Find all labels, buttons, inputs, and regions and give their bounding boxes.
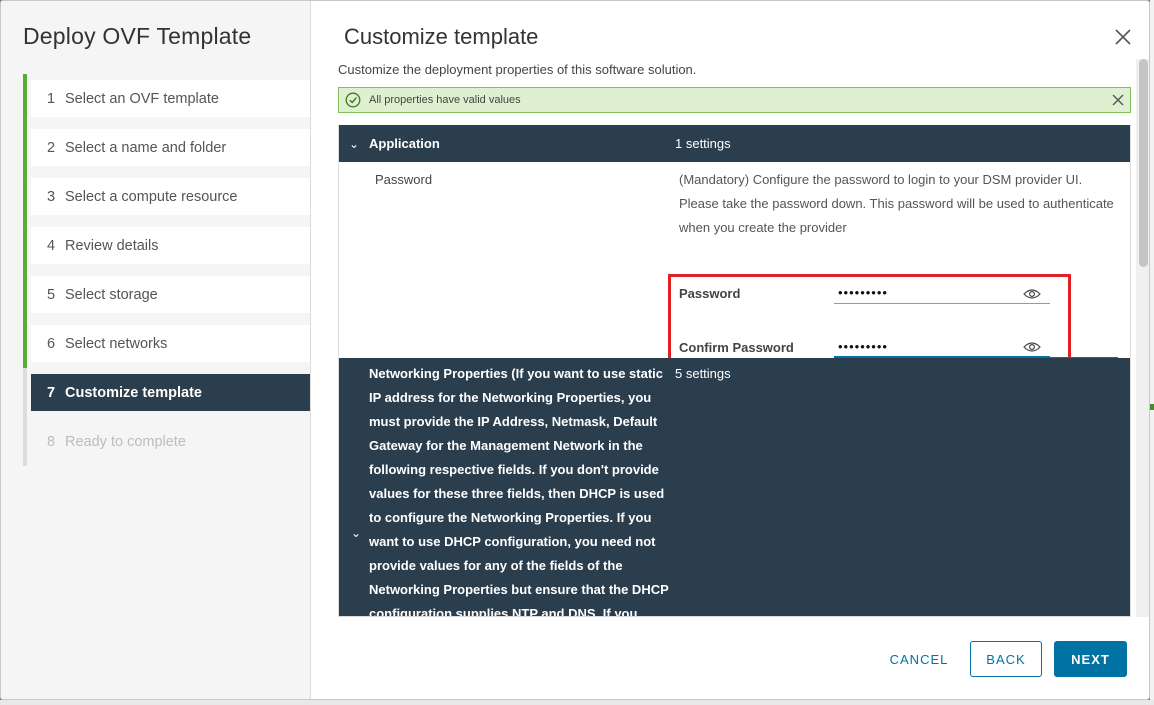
step-3[interactable]: 3 Select a compute resource [27,172,310,221]
step-number: 1 [47,90,56,107]
scrollbar[interactable] [1136,59,1149,617]
step-5[interactable]: 5 Select storage [27,270,310,319]
property-description: (Mandatory) Configure the password to lo… [679,172,1114,235]
step-label: Customize template [65,384,202,401]
chevron-down-icon[interactable]: ⌄ [339,137,369,151]
step-number: 2 [47,139,56,156]
background-edge [1150,0,1154,705]
chevron-down-icon[interactable]: ⌄ [351,526,361,540]
group-header-networking[interactable]: ⌄ Networking Properties (If you want to … [339,358,1130,617]
password-row: Password [679,282,1050,304]
step-label: Select a compute resource [65,188,238,205]
confirm-password-row: Confirm Password [679,336,1050,358]
wizard-nav: Deploy OVF Template 1 Select an OVF templ… [1,1,311,699]
scrollbar-thumb[interactable] [1139,59,1148,267]
close-icon[interactable] [1111,93,1125,107]
step-number: 5 [47,286,56,303]
wizard-title: Deploy OVF Template [23,23,252,49]
step-label: Select networks [65,335,168,352]
step-label: Ready to complete [65,433,186,450]
page-title: Customize template [344,24,539,49]
step-8: 8 Ready to complete [27,417,310,466]
eye-icon[interactable] [1023,288,1041,300]
step-label: Review details [65,237,159,254]
success-alert: All properties have valid values [338,87,1131,113]
step-1[interactable]: 1 Select an OVF template [27,74,310,123]
properties-list[interactable]: ⌄ Application 1 settings Password (Manda… [338,125,1131,617]
group-header-application[interactable]: ⌄ Application 1 settings [339,125,1130,162]
step-label: Select a name and folder [65,139,227,156]
page-subtitle: Customize the deployment properties of t… [338,62,697,77]
close-icon[interactable] [1113,27,1133,47]
password-field[interactable] [834,282,1050,304]
main-panel: Customize template Customize the deploym… [311,1,1149,699]
next-button[interactable]: NEXT [1054,641,1127,677]
group-count: 1 settings [675,136,731,151]
group-name: Application [369,136,440,151]
back-button[interactable]: BACK [970,641,1042,677]
alert-text: All properties have valid values [369,94,521,106]
step-number: 6 [47,335,56,352]
group-name: Networking Properties (If you want to us… [369,366,669,617]
wizard-steps-remaining: 7 Customize template 8 Ready to complete [23,368,310,466]
step-7[interactable]: 7 Customize template [27,368,310,417]
step-number: 7 [47,384,56,401]
wizard-steps: 1 Select an OVF template 2 Select a name a… [23,74,310,368]
check-circle-icon [345,92,361,108]
background-marker [1150,404,1154,410]
step-number: 4 [47,237,56,254]
password-label: Password [679,285,741,301]
step-number: 3 [47,188,56,205]
step-6[interactable]: 6 Select networks [27,319,310,368]
step-label: Select an OVF template [65,90,219,107]
property-name: Password [375,172,433,187]
cancel-button[interactable]: CANCEL [883,641,955,677]
eye-icon[interactable] [1023,341,1041,353]
step-4[interactable]: 4 Review details [27,221,310,270]
deploy-ovf-dialog: Deploy OVF Template 1 Select an OVF templ… [0,0,1150,700]
step-label: Select storage [65,286,158,303]
application-body: Password (Mandatory) Configure the passw… [339,162,1130,369]
background-strip [0,700,1154,705]
step-2[interactable]: 2 Select a name and folder [27,123,310,172]
group-count: 5 settings [675,366,731,381]
confirm-password-field[interactable] [834,336,1050,358]
step-number: 8 [47,433,56,450]
confirm-password-label: Confirm Password [679,339,794,355]
